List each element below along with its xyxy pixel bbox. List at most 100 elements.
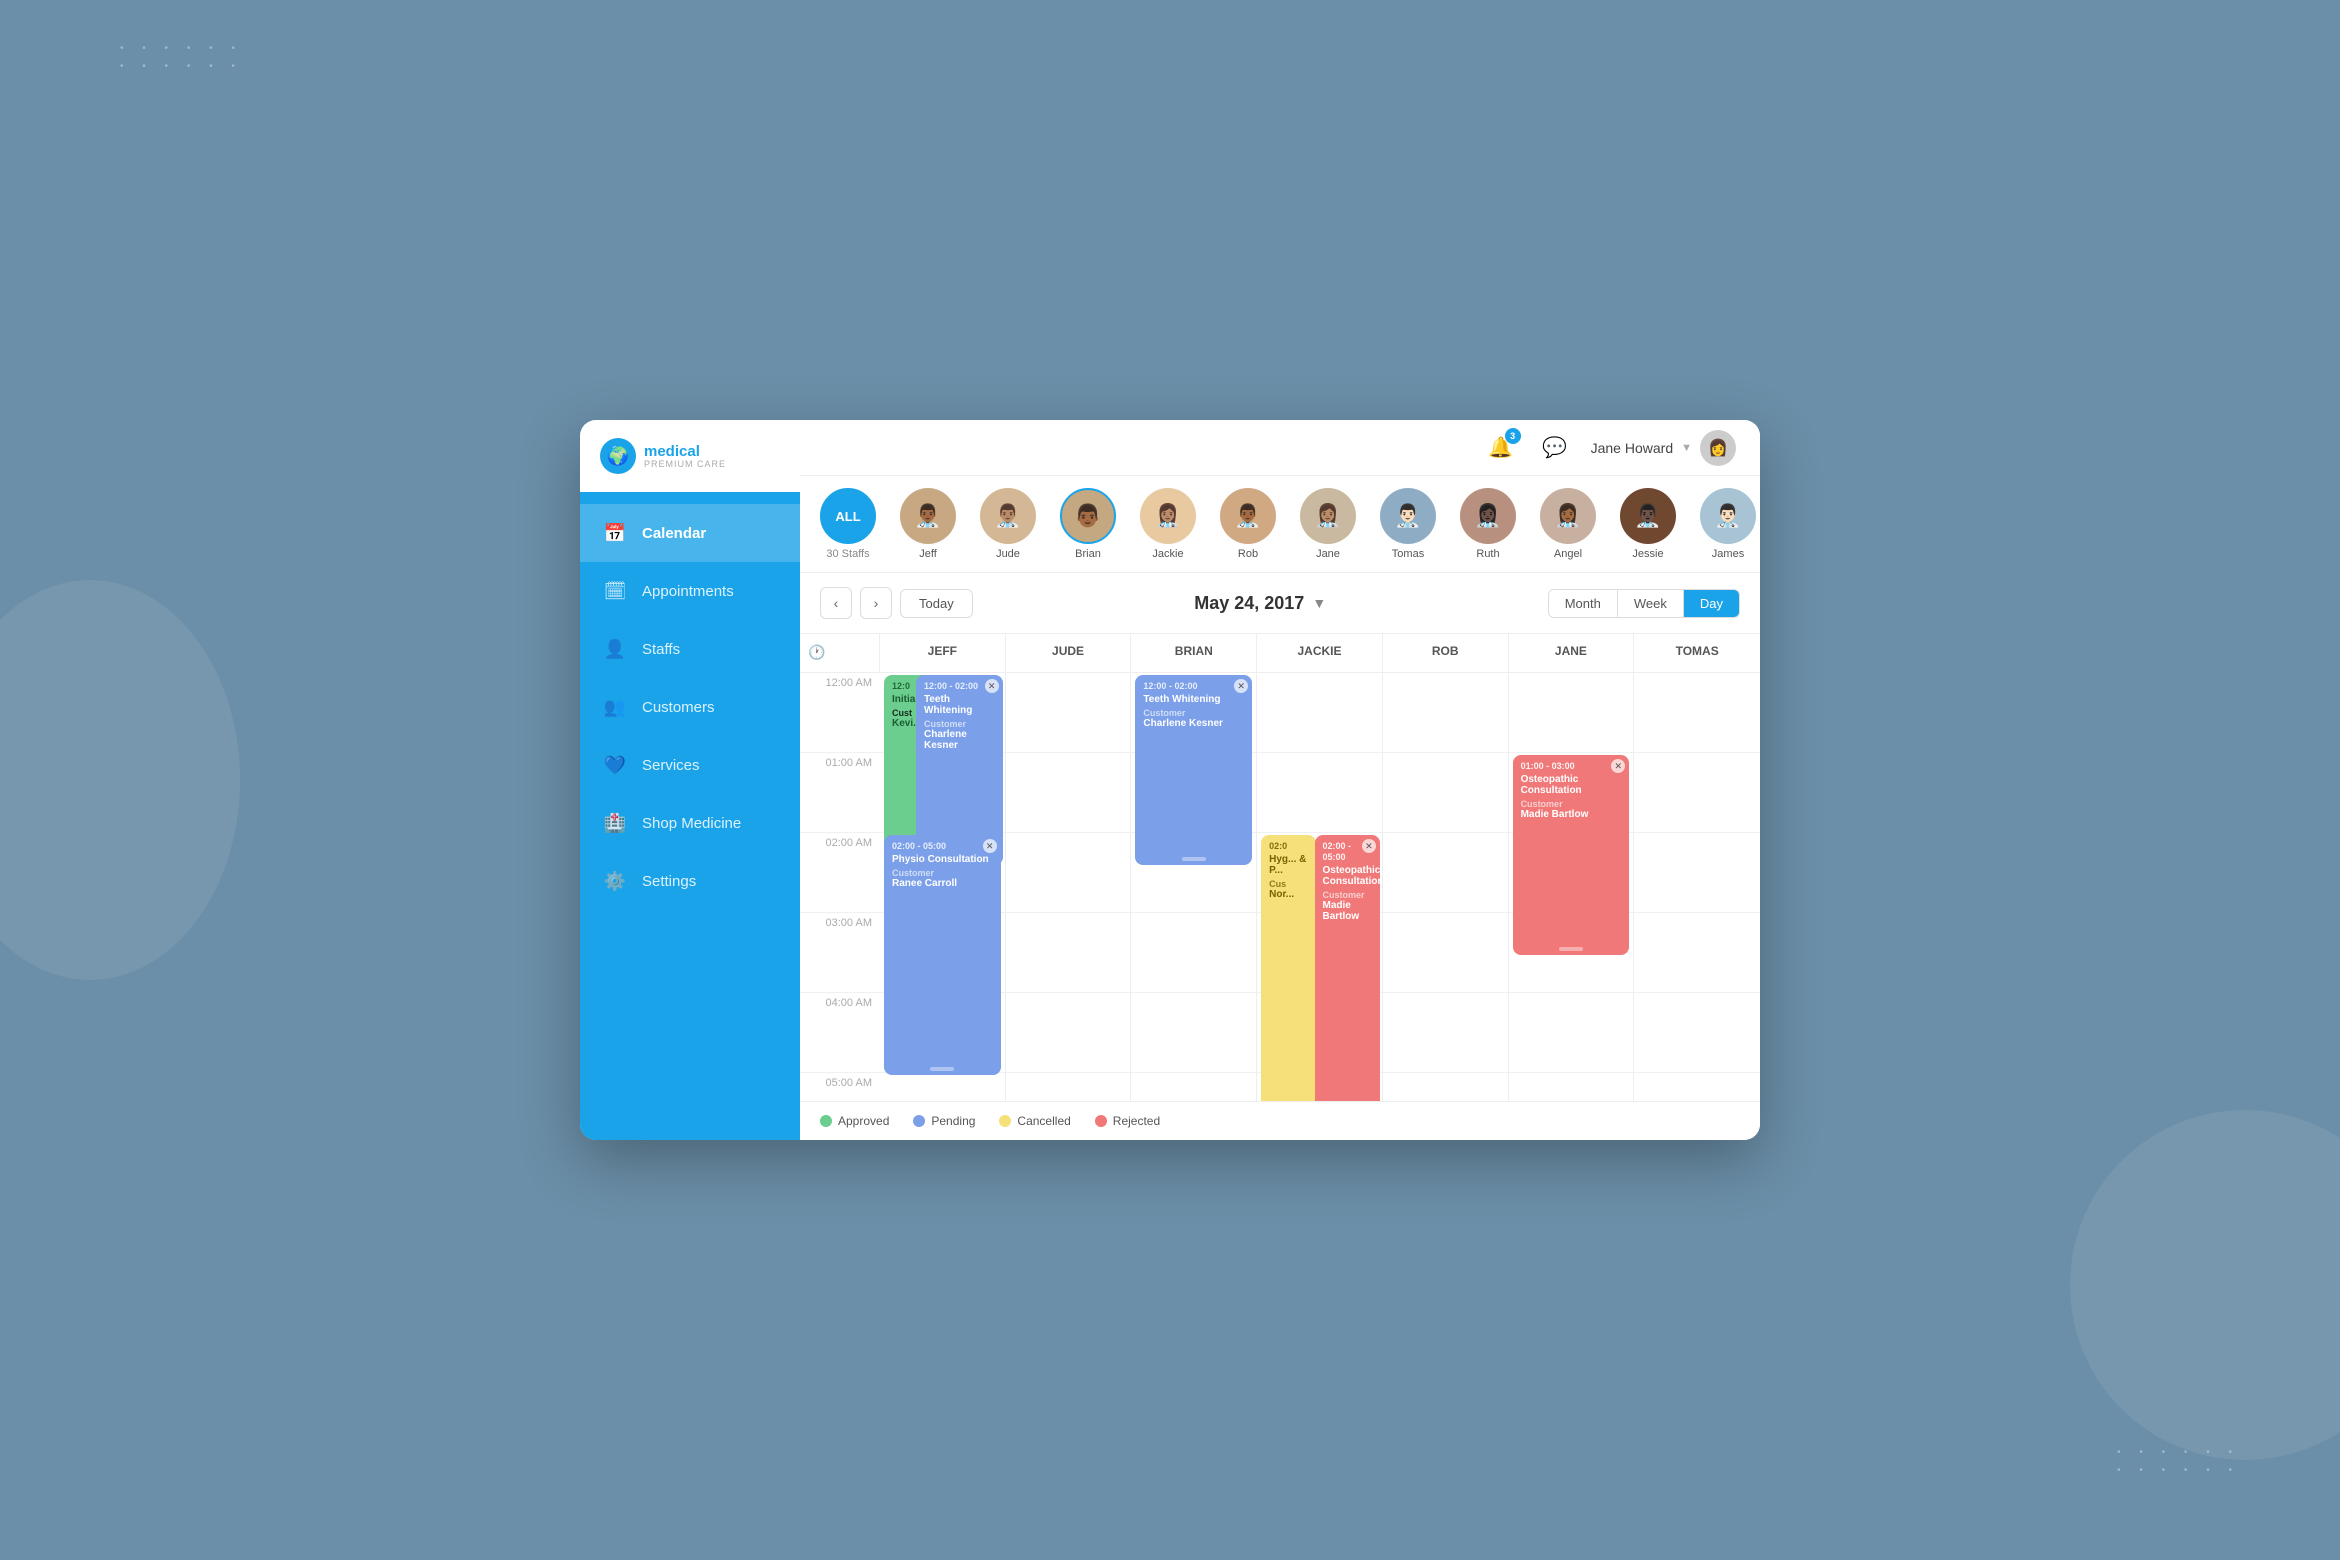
appt-jane-osteo[interactable]: ✕ 01:00 - 03:00 Osteopathic Consultation… bbox=[1513, 755, 1630, 955]
staff-item-tomas[interactable]: 👨🏻‍⚕️ Tomas bbox=[1380, 488, 1436, 560]
cal-body: 12:00 AM 01:00 AM 02:00 AM 03:00 AM 04:0… bbox=[800, 673, 1760, 1101]
staff-item-brian[interactable]: 👨🏾 Brian bbox=[1060, 488, 1116, 560]
time-0400: 04:00 AM bbox=[800, 993, 880, 1073]
legend-label-pending: Pending bbox=[931, 1114, 975, 1128]
prev-button[interactable]: ‹ bbox=[820, 587, 852, 619]
staff-name-ruth: Ruth bbox=[1476, 548, 1499, 560]
staff-item-james[interactable]: 👨🏻‍⚕️ James bbox=[1700, 488, 1756, 560]
main-content: 🔔 3 💬 Jane Howard ▼ 👩 ALL 30 Staffs 👨🏾‍⚕… bbox=[800, 420, 1760, 1140]
today-button[interactable]: Today bbox=[900, 589, 973, 618]
services-icon: 💙 bbox=[602, 752, 628, 778]
legend-rejected: Rejected bbox=[1095, 1114, 1160, 1128]
all-circle[interactable]: ALL bbox=[820, 488, 876, 544]
sidebar-item-staffs[interactable]: 👤 Staffs bbox=[580, 620, 800, 678]
staff-avatar-tomas: 👨🏻‍⚕️ bbox=[1380, 488, 1436, 544]
customers-icon: 👥 bbox=[602, 694, 628, 720]
staff-all-button[interactable]: ALL 30 Staffs bbox=[820, 488, 876, 560]
app-window: 🌍 medical PREMIUM CARE 📅 Calendar 🗓 Appo… bbox=[580, 420, 1760, 1140]
staff-name-james: James bbox=[1712, 548, 1744, 560]
appt-jeff-physio[interactable]: ✕ 02:00 - 05:00 Physio Consultation Cust… bbox=[884, 835, 1001, 1075]
staff-avatar-angel: 👩🏾‍⚕️ bbox=[1540, 488, 1596, 544]
legend-label-rejected: Rejected bbox=[1113, 1114, 1160, 1128]
sidebar-label-calendar: Calendar bbox=[642, 525, 706, 542]
staff-col-tomas bbox=[1634, 673, 1760, 1101]
sidebar-item-calendar[interactable]: 📅 Calendar bbox=[580, 504, 800, 562]
sidebar-label-shop-medicine: Shop Medicine bbox=[642, 815, 741, 832]
appt-jackie-red[interactable]: ✕ 02:00 - 05:00 Osteopathic Consultation… bbox=[1315, 835, 1380, 1101]
close-icon[interactable]: ✕ bbox=[985, 679, 999, 693]
staff-item-jeff[interactable]: 👨🏾‍⚕️ Jeff bbox=[900, 488, 956, 560]
sidebar-item-appointments[interactable]: 🗓 Appointments bbox=[580, 562, 800, 620]
staff-avatar-rob: 👨🏾‍⚕️ bbox=[1220, 488, 1276, 544]
legend-label-approved: Approved bbox=[838, 1114, 889, 1128]
drag-handle[interactable] bbox=[1559, 947, 1583, 951]
time-0300: 03:00 AM bbox=[800, 913, 880, 993]
sidebar-item-settings[interactable]: ⚙️ Settings bbox=[580, 852, 800, 910]
staff-col-rob bbox=[1383, 673, 1509, 1101]
legend-label-cancelled: Cancelled bbox=[1017, 1114, 1070, 1128]
shop-medicine-icon: 🏥 bbox=[602, 810, 628, 836]
appt-brian-teeth[interactable]: ✕ 12:00 - 02:00 Teeth Whitening Customer… bbox=[1135, 675, 1252, 865]
staff-name-brian: Brian bbox=[1075, 548, 1101, 560]
week-view-button[interactable]: Week bbox=[1618, 590, 1684, 617]
staff-item-jude[interactable]: 👨🏽‍⚕️ Jude bbox=[980, 488, 1036, 560]
col-header-jackie: JACKIE bbox=[1257, 634, 1383, 672]
staff-item-jane[interactable]: 👩🏽‍⚕️ Jane bbox=[1300, 488, 1356, 560]
close-icon[interactable]: ✕ bbox=[983, 839, 997, 853]
user-name: Jane Howard bbox=[1591, 440, 1674, 456]
logo-icon: 🌍 bbox=[600, 438, 636, 474]
time-0500: 05:00 AM bbox=[800, 1073, 880, 1101]
user-dropdown-icon: ▼ bbox=[1681, 442, 1692, 454]
close-icon[interactable]: ✕ bbox=[1611, 759, 1625, 773]
legend-dot-rejected bbox=[1095, 1115, 1107, 1127]
appointments-icon: 🗓 bbox=[602, 578, 628, 604]
all-staff-label: 30 Staffs bbox=[826, 548, 869, 560]
staff-col-jackie: 02:0 Hyg... & P... Cus Nor... ✕ 02:00 - … bbox=[1257, 673, 1383, 1101]
staff-avatar-jeff: 👨🏾‍⚕️ bbox=[900, 488, 956, 544]
staffs-icon: 👤 bbox=[602, 636, 628, 662]
close-icon[interactable]: ✕ bbox=[1362, 839, 1376, 853]
staff-name-jessie: Jessie bbox=[1632, 548, 1663, 560]
month-view-button[interactable]: Month bbox=[1549, 590, 1618, 617]
staff-avatar-ruth: 👩🏿‍⚕️ bbox=[1460, 488, 1516, 544]
staff-col-jude bbox=[1006, 673, 1132, 1101]
appt-jackie-yellow[interactable]: 02:0 Hyg... & P... Cus Nor... bbox=[1261, 835, 1316, 1101]
drag-handle[interactable] bbox=[1182, 857, 1206, 861]
sidebar-label-services: Services bbox=[642, 757, 700, 774]
notifications-button[interactable]: 🔔 3 bbox=[1483, 430, 1519, 466]
sidebar-item-services[interactable]: 💙 Services bbox=[580, 736, 800, 794]
sidebar-item-customers[interactable]: 👥 Customers bbox=[580, 678, 800, 736]
header: 🔔 3 💬 Jane Howard ▼ 👩 bbox=[800, 420, 1760, 476]
sidebar: 🌍 medical PREMIUM CARE 📅 Calendar 🗓 Appo… bbox=[580, 420, 800, 1140]
col-header-rob: ROB bbox=[1383, 634, 1509, 672]
staff-item-jessie[interactable]: 👨🏿‍⚕️ Jessie bbox=[1620, 488, 1676, 560]
staff-name-jeff: Jeff bbox=[919, 548, 937, 560]
view-selector: Month Week Day bbox=[1548, 589, 1740, 618]
day-view-button[interactable]: Day bbox=[1684, 590, 1739, 617]
drag-handle[interactable] bbox=[930, 1067, 954, 1071]
messages-button[interactable]: 💬 bbox=[1537, 430, 1573, 466]
legend-dot-cancelled bbox=[999, 1115, 1011, 1127]
settings-icon: ⚙️ bbox=[602, 868, 628, 894]
calendar-grid: 🕐 JEFF JUDE BRIAN JACKIE ROB JANE TOMAS … bbox=[800, 634, 1760, 1101]
sidebar-item-shop-medicine[interactable]: 🏥 Shop Medicine bbox=[580, 794, 800, 852]
legend-dot-pending bbox=[913, 1115, 925, 1127]
staff-name-angel: Angel bbox=[1554, 548, 1582, 560]
staff-name-jane: Jane bbox=[1316, 548, 1340, 560]
sidebar-nav: 📅 Calendar 🗓 Appointments 👤 Staffs 👥 Cus… bbox=[580, 492, 800, 1140]
staff-item-angel[interactable]: 👩🏾‍⚕️ Angel bbox=[1540, 488, 1596, 560]
legend-dot-approved bbox=[820, 1115, 832, 1127]
calendar-nav: ‹ › Today bbox=[820, 587, 973, 619]
staff-item-jackie[interactable]: 👩🏽‍⚕️ Jackie bbox=[1140, 488, 1196, 560]
staff-avatar-jude: 👨🏽‍⚕️ bbox=[980, 488, 1036, 544]
staff-item-ruth[interactable]: 👩🏿‍⚕️ Ruth bbox=[1460, 488, 1516, 560]
next-button[interactable]: › bbox=[860, 587, 892, 619]
staff-item-rob[interactable]: 👨🏾‍⚕️ Rob bbox=[1220, 488, 1276, 560]
staff-name-tomas: Tomas bbox=[1392, 548, 1424, 560]
calendar-icon: 📅 bbox=[602, 520, 628, 546]
legend: Approved Pending Cancelled Rejected bbox=[800, 1101, 1760, 1140]
sidebar-label-customers: Customers bbox=[642, 699, 715, 716]
cal-header-row: 🕐 JEFF JUDE BRIAN JACKIE ROB JANE TOMAS bbox=[800, 634, 1760, 673]
close-icon[interactable]: ✕ bbox=[1234, 679, 1248, 693]
user-menu[interactable]: Jane Howard ▼ 👩 bbox=[1591, 430, 1736, 466]
